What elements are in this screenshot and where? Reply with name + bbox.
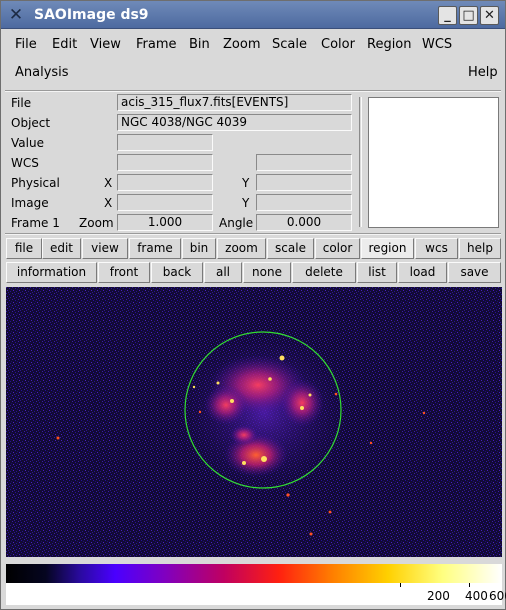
btn-frame[interactable]: frame (129, 238, 181, 259)
btn-help[interactable]: help (459, 238, 501, 259)
menu-wcs[interactable]: WCS (422, 37, 452, 52)
image-label: Image (11, 196, 49, 210)
btn-wcs[interactable]: wcs (415, 238, 458, 259)
menu-zoom[interactable]: Zoom (223, 37, 260, 52)
angle-field: 0.000 (256, 214, 352, 231)
physical-x-field (117, 174, 213, 191)
magnifier-view (368, 97, 499, 228)
value-label: Value (11, 136, 44, 150)
btn-view[interactable]: view (82, 238, 128, 259)
file-label: File (11, 96, 32, 110)
astronomy-image (6, 287, 502, 557)
angle-label: Angle (219, 216, 254, 230)
btn-edit[interactable]: edit (42, 238, 81, 259)
btn-all[interactable]: all (204, 262, 242, 283)
menu-bin[interactable]: Bin (189, 37, 210, 52)
colorbar[interactable] (6, 564, 502, 583)
menu-view[interactable]: View (90, 37, 121, 52)
tick-mark (469, 583, 470, 587)
btn-save[interactable]: save (448, 262, 501, 283)
menu-help[interactable]: Help (468, 65, 498, 80)
btn-zoom[interactable]: zoom (217, 238, 266, 259)
image-x-label: X (104, 196, 113, 210)
separator (5, 233, 501, 235)
tick-label-400: 400 (465, 589, 488, 603)
btn-region[interactable]: region (361, 238, 414, 259)
wcs-label: WCS (11, 156, 39, 170)
window-title: SAOImage ds9 (34, 7, 149, 23)
menu-frame[interactable]: Frame (136, 37, 177, 52)
btn-bin[interactable]: bin (182, 238, 216, 259)
zoom-label: Zoom (79, 216, 114, 230)
btn-back[interactable]: back (151, 262, 203, 283)
separator (5, 90, 501, 92)
title-bar[interactable]: ✕ SAOImage ds9 _ □ ✕ (1, 1, 505, 29)
wcs-y-field (256, 154, 352, 171)
file-field: acis_315_flux7.fits[EVENTS] (117, 94, 352, 111)
minimize-button[interactable]: _ (438, 6, 457, 25)
menu-region[interactable]: Region (367, 37, 412, 52)
menu-scale[interactable]: Scale (272, 37, 307, 52)
btn-none[interactable]: none (243, 262, 291, 283)
zoom-field: 1.000 (117, 214, 213, 231)
panel-divider (359, 97, 362, 227)
image-display[interactable] (6, 287, 502, 557)
image-y-field (256, 194, 352, 211)
x-window-icon[interactable]: ✕ (7, 6, 25, 24)
physical-x-label: X (104, 176, 113, 190)
image-x-field (117, 194, 213, 211)
close-button[interactable]: ✕ (480, 6, 499, 25)
tick-label-200: 200 (427, 589, 450, 603)
menu-file[interactable]: File (15, 37, 37, 52)
object-field: NGC 4038/NGC 4039 (117, 114, 352, 131)
image-y-label: Y (242, 196, 250, 210)
colorbar-scale: 200 400 600 (6, 583, 506, 605)
menu-edit[interactable]: Edit (52, 37, 77, 52)
menu-analysis[interactable]: Analysis (15, 65, 69, 80)
btn-file[interactable]: file (6, 238, 42, 259)
btn-delete[interactable]: delete (292, 262, 356, 283)
maximize-button[interactable]: □ (459, 6, 478, 25)
ds9-window: ✕ SAOImage ds9 _ □ ✕ File Edit View Fram… (0, 0, 506, 610)
btn-scale[interactable]: scale (267, 238, 314, 259)
object-label: Object (11, 116, 51, 130)
btn-load[interactable]: load (398, 262, 447, 283)
wcs-x-field (117, 154, 213, 171)
btn-color[interactable]: color (315, 238, 360, 259)
menu-color[interactable]: Color (321, 37, 355, 52)
physical-label: Physical (11, 176, 60, 190)
physical-y-field (256, 174, 352, 191)
frame-label: Frame 1 (11, 216, 60, 230)
btn-front[interactable]: front (98, 262, 150, 283)
value-field (117, 134, 213, 151)
physical-y-label: Y (242, 176, 250, 190)
tick-label-600: 600 (489, 589, 506, 603)
menu-bar: File Edit View Frame Bin Zoom Scale Colo… (1, 30, 505, 88)
btn-list[interactable]: list (357, 262, 397, 283)
tick-mark (400, 583, 401, 587)
btn-information[interactable]: information (6, 262, 97, 283)
